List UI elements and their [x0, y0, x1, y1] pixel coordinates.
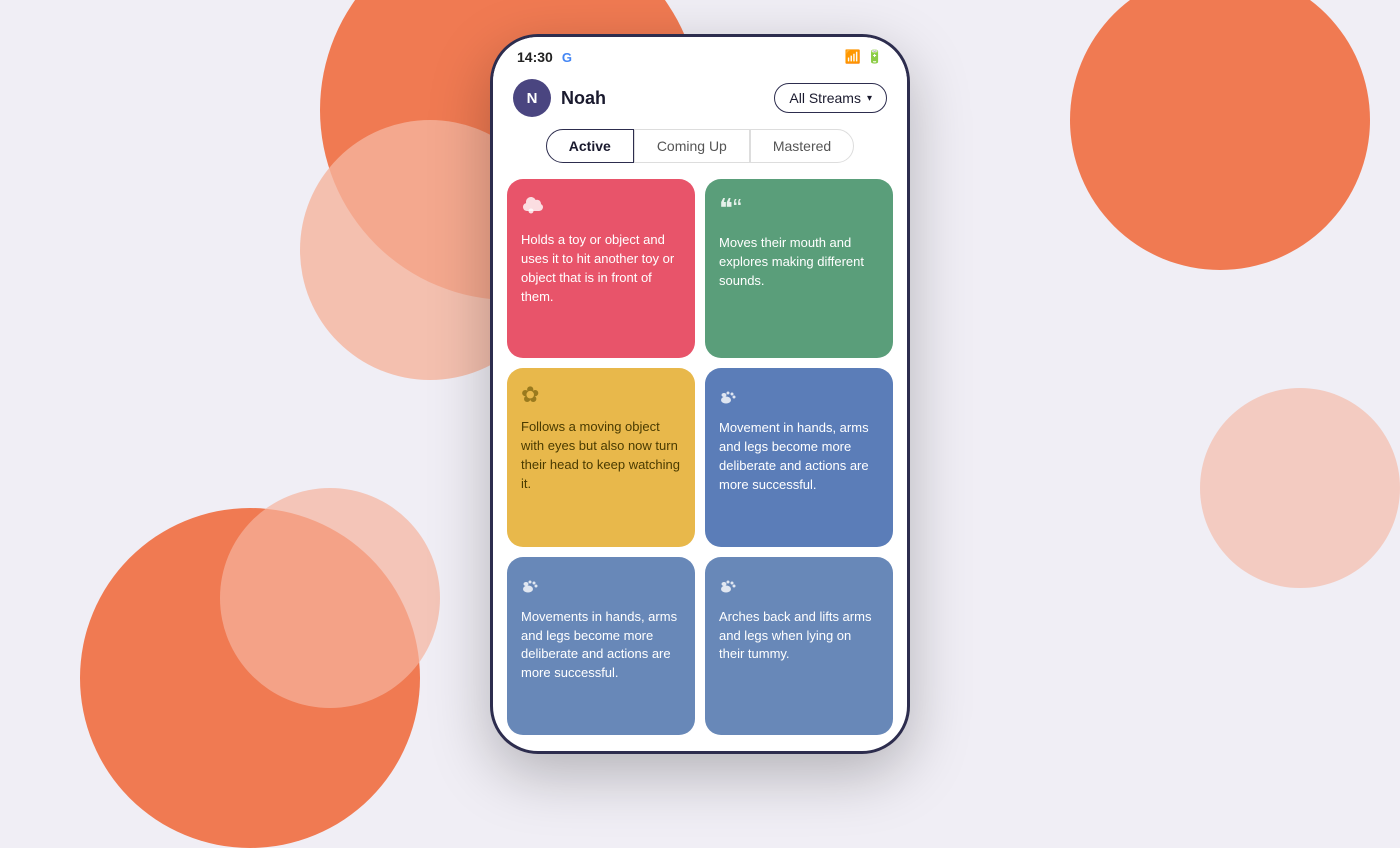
phone-wrapper: 14:30 G 📶 🔋 N Noah All Streams ▾ [490, 34, 910, 754]
foot2-icon [521, 571, 681, 598]
card-4-text: Movement in hands, arms and legs become … [719, 420, 869, 492]
flower-icon: ✿ [521, 382, 681, 408]
battery-icon: 🔋 [867, 49, 883, 65]
bg-circle-5 [1070, 0, 1370, 270]
foot3-icon [719, 571, 879, 598]
status-icons: 📶 🔋 [845, 49, 883, 65]
card-1-text: Holds a toy or object and uses it to hit… [521, 232, 674, 304]
card-2-text: Moves their mouth and explores making di… [719, 235, 864, 288]
tab-mastered[interactable]: Mastered [750, 129, 854, 163]
card-3[interactable]: ✿ Follows a moving object with eyes but … [507, 368, 695, 546]
bg-circle-4 [220, 488, 440, 708]
status-bar: 14:30 G 📶 🔋 [493, 37, 907, 71]
user-info: N Noah [513, 79, 606, 117]
bg-circle-6 [1200, 388, 1400, 588]
card-2[interactable]: “ Moves their mouth and explores making … [705, 179, 893, 358]
chevron-down-icon: ▾ [867, 93, 872, 104]
streams-label: All Streams [789, 90, 861, 106]
card-5-text: Movements in hands, arms and legs become… [521, 609, 677, 681]
status-time: 14:30 [517, 49, 553, 65]
card-3-text: Follows a moving object with eyes but al… [521, 419, 680, 491]
app-header: N Noah All Streams ▾ [493, 71, 907, 129]
tab-coming-up[interactable]: Coming Up [634, 129, 750, 163]
card-5[interactable]: Movements in hands, arms and legs become… [507, 557, 695, 735]
avatar: N [513, 79, 551, 117]
card-4[interactable]: Movement in hands, arms and legs become … [705, 368, 893, 546]
card-1[interactable]: Holds a toy or object and uses it to hit… [507, 179, 695, 358]
tab-active[interactable]: Active [546, 129, 634, 163]
tab-bar: Active Coming Up Mastered [493, 129, 907, 175]
wifi-icon: 📶 [845, 49, 861, 65]
quote-icon: “ [719, 193, 879, 224]
card-6[interactable]: Arches back and lifts arms and legs when… [705, 557, 893, 735]
user-name: Noah [561, 88, 606, 109]
streams-dropdown-button[interactable]: All Streams ▾ [774, 83, 887, 113]
card-6-text: Arches back and lifts arms and legs when… [719, 609, 871, 662]
foot-icon [719, 382, 879, 409]
google-icon: G [562, 50, 572, 65]
card-grid: Holds a toy or object and uses it to hit… [493, 175, 907, 749]
phone-screen: 14:30 G 📶 🔋 N Noah All Streams ▾ [490, 34, 910, 754]
cloud-icon [521, 193, 681, 221]
